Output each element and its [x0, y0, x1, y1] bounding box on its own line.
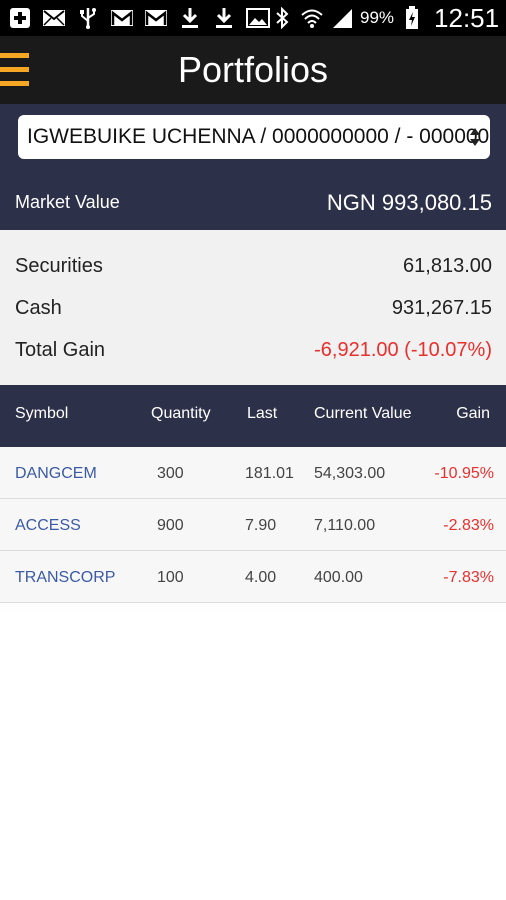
symbol-link[interactable]: TRANSCORP	[15, 569, 115, 587]
account-panel: IGWEBUIKE UCHENNA / 0000000000 / - 00000…	[0, 104, 506, 230]
total-gain-row: Total Gain -6,921.00 (-10.07%)	[0, 339, 506, 369]
account-select[interactable]: IGWEBUIKE UCHENNA / 0000000000 / - 00000…	[18, 115, 490, 159]
symbol-link[interactable]: ACCESS	[15, 517, 81, 535]
gmail-icon	[110, 7, 134, 29]
cash-value: 931,267.15	[391, 297, 492, 319]
gain-cell: -7.83%	[443, 569, 494, 586]
market-value: NGN 993,080.15	[326, 190, 492, 215]
wifi-icon	[300, 7, 324, 29]
gain-cell: -10.95%	[434, 465, 494, 482]
last-cell: 7.90	[245, 517, 277, 534]
quantity-cell: 300	[157, 465, 184, 482]
market-value-label: Market Value	[15, 192, 120, 212]
column-current-value: Current Value	[314, 405, 412, 422]
page-title: Portfolios	[177, 49, 329, 90]
gain-cell: -2.83%	[443, 517, 494, 534]
securities-value: 61,813.00	[403, 255, 492, 277]
usb-icon	[76, 7, 100, 29]
column-gain: Gain	[456, 405, 490, 422]
bluetooth-icon	[270, 7, 294, 29]
clock: 12:51	[434, 2, 500, 33]
battery-icon	[400, 6, 424, 29]
signal-icon	[330, 7, 354, 29]
download-icon	[212, 7, 236, 29]
table-row[interactable]: DANGCEM 300 181.01 54,303.00 -10.95%	[0, 447, 506, 499]
symbol-link[interactable]: DANGCEM	[15, 465, 97, 483]
column-symbol: Symbol	[15, 405, 69, 422]
holdings-table: DANGCEM 300 181.01 54,303.00 -10.95% ACC…	[0, 447, 506, 603]
current-value-cell: 7,110.00	[314, 517, 376, 534]
quantity-cell: 100	[157, 569, 184, 586]
securities-row: Securities 61,813.00	[0, 255, 506, 285]
mail-icon	[42, 7, 66, 29]
add-notification-icon	[8, 7, 32, 29]
total-gain-value: -6,921.00 (-10.07%)	[314, 339, 492, 361]
column-quantity: Quantity	[151, 405, 211, 422]
quantity-cell: 900	[157, 517, 184, 534]
gmail-icon	[144, 7, 168, 29]
select-arrows-icon	[470, 128, 480, 146]
app-bar: Portfolios	[0, 36, 506, 104]
current-value-cell: 54,303.00	[314, 465, 386, 482]
portfolio-summary: Securities 61,813.00 Cash 931,267.15 Tot…	[0, 230, 506, 385]
account-select-value: IGWEBUIKE UCHENNA / 0000000000 / - 00000…	[27, 125, 490, 148]
table-row[interactable]: ACCESS 900 7.90 7,110.00 -2.83%	[0, 499, 506, 551]
table-row[interactable]: TRANSCORP 100 4.00 400.00 -7.83%	[0, 551, 506, 603]
securities-label: Securities	[15, 255, 103, 277]
download-icon	[178, 7, 202, 29]
current-value-cell: 400.00	[314, 569, 363, 586]
image-icon	[246, 7, 270, 29]
notification-icons	[8, 7, 270, 29]
total-gain-label: Total Gain	[15, 339, 106, 361]
battery-percent: 99%	[360, 8, 395, 27]
status-bar: 99% 12:51	[0, 0, 506, 36]
column-last: Last	[247, 405, 278, 422]
cash-label: Cash	[15, 297, 62, 319]
last-cell: 4.00	[245, 569, 277, 586]
holdings-table-header: Symbol Quantity Last Current Value Gain	[0, 385, 506, 447]
cash-row: Cash 931,267.15	[0, 297, 506, 327]
last-cell: 181.01	[245, 465, 294, 482]
